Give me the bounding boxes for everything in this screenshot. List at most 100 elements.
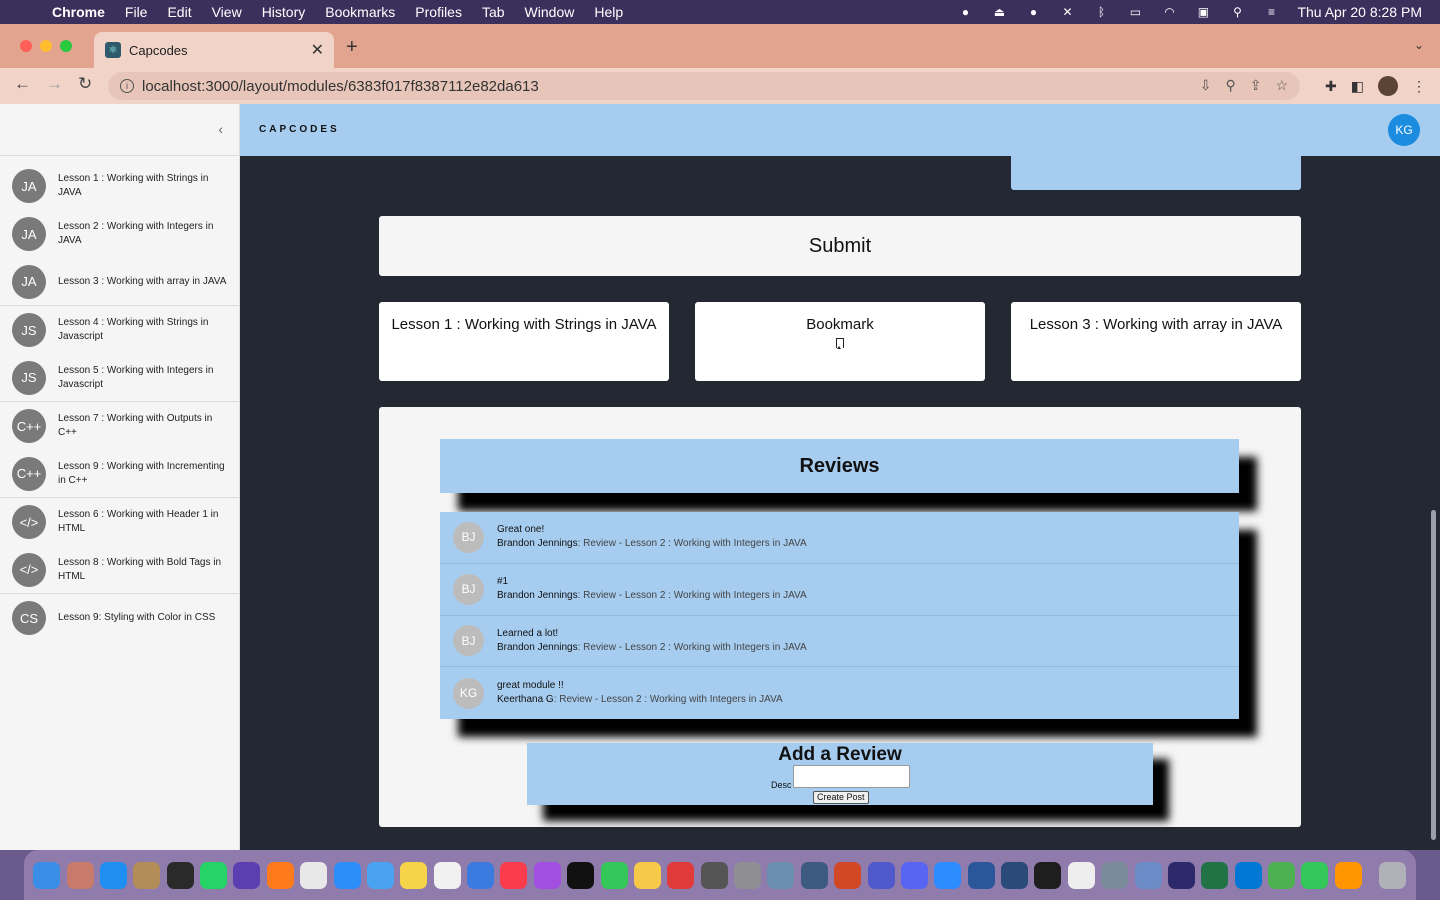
- maps-dock-icon[interactable]: [1268, 861, 1296, 889]
- menu-profiles[interactable]: Profiles: [415, 4, 462, 20]
- spotlight-search-icon[interactable]: ⚲: [1229, 5, 1245, 19]
- sidebar-lesson-item[interactable]: CS Lesson 9: Styling with Color in CSS: [0, 594, 239, 642]
- display-icon[interactable]: ▣: [1195, 5, 1211, 19]
- eject-icon[interactable]: ⏏: [991, 5, 1007, 19]
- sidebar-lesson-item[interactable]: C++ Lesson 7 : Working with Outputs in C…: [0, 402, 239, 450]
- site-info-icon[interactable]: i: [120, 79, 134, 93]
- preview-dock-icon[interactable]: [433, 861, 461, 889]
- eclipse-dock-icon[interactable]: [1167, 861, 1195, 889]
- voice-memos-dock-icon[interactable]: [166, 861, 194, 889]
- battery-icon[interactable]: ▭: [1127, 5, 1143, 19]
- apple-tv-dock-icon[interactable]: [567, 861, 595, 889]
- zoom-dock-icon[interactable]: [934, 861, 962, 889]
- brand-logo[interactable]: CAPCODES: [259, 124, 340, 135]
- bluetooth-icon[interactable]: ᛒ: [1093, 5, 1109, 19]
- disk-utility-dock-icon[interactable]: [767, 861, 795, 889]
- address-bar[interactable]: i localhost:3000/layout/modules/6383f017…: [108, 72, 1300, 100]
- terminal-dock-icon[interactable]: [1034, 861, 1062, 889]
- review-item[interactable]: BJ #1 Brandon Jennings: Review - Lesson …: [440, 564, 1239, 616]
- review-item[interactable]: BJ Great one! Brandon Jennings: Review -…: [440, 512, 1239, 564]
- menu-help[interactable]: Help: [594, 4, 623, 20]
- r-studio-dock-icon[interactable]: [1101, 861, 1129, 889]
- extensions-puzzle-icon[interactable]: ✚: [1325, 78, 1337, 95]
- excel-dock-icon[interactable]: [1201, 861, 1229, 889]
- forward-arrow-icon[interactable]: →: [46, 74, 63, 94]
- globe-status-icon[interactable]: ●: [957, 5, 973, 19]
- finder-dock-icon[interactable]: [33, 861, 61, 889]
- mute-icon[interactable]: ✕: [1059, 5, 1075, 19]
- bookmark-star-icon[interactable]: ☆: [1275, 77, 1288, 94]
- chrome-dock-icon[interactable]: [300, 861, 328, 889]
- review-item[interactable]: KG great module !! Keerthana G: Review -…: [440, 667, 1239, 719]
- word-dock-icon[interactable]: [967, 861, 995, 889]
- menu-app-name[interactable]: Chrome: [52, 4, 105, 20]
- review-item[interactable]: BJ Learned a lot! Brandon Jennings: Revi…: [440, 616, 1239, 668]
- powerpoint-dock-icon[interactable]: [834, 861, 862, 889]
- back-arrow-icon[interactable]: ←: [14, 74, 31, 94]
- reload-icon[interactable]: ↻: [78, 74, 92, 94]
- sidebar-lesson-item[interactable]: JA Lesson 1 : Working with Strings in JA…: [0, 162, 239, 210]
- keynote-dock-icon[interactable]: [467, 861, 495, 889]
- sidebar-lesson-item[interactable]: </> Lesson 8 : Working with Bold Tags in…: [0, 546, 239, 594]
- sidebar-lesson-item[interactable]: JS Lesson 5 : Working with Integers in J…: [0, 354, 239, 402]
- discord-dock-icon[interactable]: [900, 861, 928, 889]
- user-status-icon[interactable]: ●: [1025, 5, 1041, 19]
- r-dock-icon[interactable]: [1134, 861, 1162, 889]
- profile-avatar[interactable]: [1378, 76, 1398, 96]
- mail-dock-icon[interactable]: [366, 861, 394, 889]
- launchpad-dock-icon[interactable]: [66, 861, 94, 889]
- sidebar-lesson-item[interactable]: C++ Lesson 9 : Working with Incrementing…: [0, 450, 239, 498]
- contacts-dock-icon[interactable]: [133, 861, 161, 889]
- xcode-dock-icon[interactable]: [1001, 861, 1029, 889]
- new-tab-icon[interactable]: +: [346, 36, 358, 59]
- trash-dock-icon[interactable]: [1379, 861, 1406, 889]
- install-app-icon[interactable]: ⇩: [1200, 77, 1212, 94]
- sidebar-lesson-item[interactable]: JS Lesson 4 : Working with Strings in Ja…: [0, 306, 239, 354]
- notes-dock-icon[interactable]: [400, 861, 428, 889]
- system-settings-dock-icon[interactable]: [734, 861, 762, 889]
- menu-bookmarks[interactable]: Bookmarks: [325, 4, 395, 20]
- browser-tab-active[interactable]: ⚛ Capcodes ✕: [94, 32, 334, 68]
- prev-lesson-card[interactable]: Lesson 1 : Working with Strings in JAVA: [379, 302, 669, 381]
- minimize-window-button[interactable]: [40, 40, 52, 52]
- podcasts-dock-icon[interactable]: [533, 861, 561, 889]
- tab-search-chevron-icon[interactable]: ⌄: [1414, 38, 1424, 52]
- sidebar-lesson-item[interactable]: JA Lesson 2 : Working with Integers in J…: [0, 210, 239, 258]
- submit-button[interactable]: Submit: [379, 216, 1301, 276]
- photo-booth-dock-icon[interactable]: [667, 861, 695, 889]
- share-icon[interactable]: ⇪: [1250, 77, 1262, 94]
- menu-tab[interactable]: Tab: [482, 4, 505, 20]
- messages-dock-icon[interactable]: [1301, 861, 1329, 889]
- teams-dock-icon[interactable]: [867, 861, 895, 889]
- menubar-clock[interactable]: Thu Apr 20 8:28 PM: [1297, 4, 1422, 20]
- photos-dock-icon[interactable]: [633, 861, 661, 889]
- bookmark-icon[interactable]: [836, 338, 844, 349]
- bookmark-card[interactable]: Bookmark: [695, 302, 985, 381]
- sidebar-lesson-item[interactable]: JA Lesson 3 : Working with array in JAVA: [0, 258, 239, 306]
- books-dock-icon[interactable]: [1334, 861, 1362, 889]
- next-lesson-card[interactable]: Lesson 3 : Working with array in JAVA: [1011, 302, 1301, 381]
- menu-view[interactable]: View: [212, 4, 242, 20]
- url-text[interactable]: localhost:3000/layout/modules/6383f017f8…: [142, 78, 539, 95]
- safari-dock-icon[interactable]: [333, 861, 361, 889]
- zoom-icon[interactable]: ⚲: [1225, 77, 1235, 94]
- maximize-window-button[interactable]: [60, 40, 72, 52]
- menu-history[interactable]: History: [262, 4, 306, 20]
- close-window-button[interactable]: [20, 40, 32, 52]
- facetime-dock-icon[interactable]: [600, 861, 628, 889]
- chrome-menu-icon[interactable]: ⋮: [1412, 78, 1426, 95]
- imovie-dock-icon[interactable]: [233, 861, 261, 889]
- desc-textarea[interactable]: [793, 765, 910, 788]
- menu-file[interactable]: File: [125, 4, 148, 20]
- menu-edit[interactable]: Edit: [167, 4, 191, 20]
- sidebar-lesson-item[interactable]: </> Lesson 6 : Working with Header 1 in …: [0, 498, 239, 546]
- music-dock-icon[interactable]: [500, 861, 528, 889]
- page-scrollbar[interactable]: [1431, 510, 1436, 840]
- collapse-chevron-icon[interactable]: ‹: [218, 121, 223, 137]
- calculator-dock-icon[interactable]: [700, 861, 728, 889]
- app-store-dock-icon[interactable]: [99, 861, 127, 889]
- quicktime-dock-icon[interactable]: [800, 861, 828, 889]
- textedit-dock-icon[interactable]: [1067, 861, 1095, 889]
- menu-window[interactable]: Window: [525, 4, 575, 20]
- whatsapp-dock-icon[interactable]: [200, 861, 228, 889]
